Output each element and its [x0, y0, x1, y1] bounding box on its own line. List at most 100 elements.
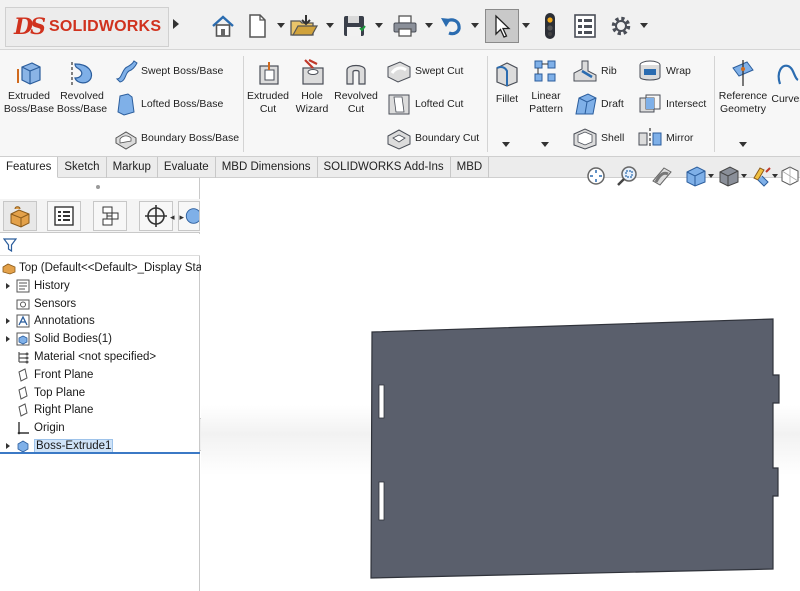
- wrap-button[interactable]: Wrap: [637, 59, 691, 83]
- part-model[interactable]: [201, 178, 800, 591]
- filter-icon[interactable]: [3, 238, 17, 252]
- swept-boss-button[interactable]: Swept Boss/Base: [114, 59, 223, 83]
- fillet-dropdown[interactable]: [502, 142, 510, 147]
- appearance-button[interactable]: [750, 163, 774, 189]
- intersect-button[interactable]: Intersect: [637, 92, 706, 116]
- home-button[interactable]: [208, 9, 238, 43]
- command-manager-ribbon: Extruded Boss/Base Revolved Boss/Base Sw…: [0, 50, 800, 157]
- zoom-to-area-button[interactable]: [616, 163, 640, 189]
- tree-root-part[interactable]: Top (Default<<Default>_Display Sta: [0, 259, 202, 276]
- curves-button[interactable]: Curves: [770, 58, 800, 106]
- swept-boss-icon: [115, 60, 138, 83]
- zoom-to-fit-button[interactable]: [584, 163, 608, 189]
- solidworks-logo[interactable]: DS SOLIDWORKS: [5, 7, 169, 47]
- tab-sketch[interactable]: Sketch: [58, 157, 107, 178]
- feature-manager-tab[interactable]: [3, 201, 37, 231]
- extruded-boss-button[interactable]: Extruded Boss/Base: [4, 58, 54, 116]
- tree-label: Sensors: [34, 297, 77, 310]
- print-dropdown[interactable]: [425, 23, 433, 28]
- material-icon: [18, 352, 29, 364]
- hole-wizard-button[interactable]: Hole Wizard: [292, 58, 332, 116]
- tab-features[interactable]: Features: [0, 157, 59, 178]
- tree-node-material[interactable]: Material <not specified>: [0, 348, 156, 366]
- property-manager-tab[interactable]: [47, 201, 81, 231]
- scroll-left-icon[interactable]: ◂: [170, 212, 175, 226]
- open-button[interactable]: [289, 9, 319, 43]
- tree-node-annotations[interactable]: Annotations: [0, 313, 156, 331]
- lofted-cut-button[interactable]: Lofted Cut: [386, 92, 463, 116]
- print-button[interactable]: [390, 9, 420, 43]
- scroll-right-icon[interactable]: ▸: [180, 212, 185, 226]
- view-orientation-dropdown[interactable]: [708, 174, 714, 178]
- undo-icon: [441, 18, 461, 36]
- tree-node-solid-bodies[interactable]: Solid Bodies(1): [0, 330, 156, 348]
- boundary-cut-icon: [387, 129, 411, 150]
- reference-geometry-button[interactable]: Reference Geometry: [718, 58, 768, 116]
- shell-label: Shell: [601, 132, 625, 144]
- plate-face[interactable]: [370, 318, 780, 579]
- expand-arrow-icon[interactable]: [6, 443, 10, 450]
- options-button[interactable]: [606, 9, 636, 43]
- open-dropdown[interactable]: [326, 23, 334, 28]
- shell-button[interactable]: Shell: [572, 126, 624, 150]
- rib-icon: [573, 60, 597, 82]
- tab-evaluate[interactable]: Evaluate: [158, 157, 216, 178]
- extruded-cut-button[interactable]: Extruded Cut: [246, 58, 290, 116]
- part-icon: [2, 263, 16, 274]
- revolved-cut-button[interactable]: Revolved Cut: [333, 58, 379, 116]
- lofted-boss-button[interactable]: Lofted Boss/Base: [114, 92, 223, 116]
- section-view-button[interactable]: [650, 163, 674, 189]
- display-style-dropdown[interactable]: [741, 174, 747, 178]
- swept-cut-button[interactable]: Swept Cut: [386, 59, 463, 83]
- sensors-icon: [16, 299, 30, 310]
- new-document-button[interactable]: [246, 9, 268, 43]
- linear-pattern-dropdown[interactable]: [541, 142, 549, 147]
- tree-node-sensors[interactable]: Sensors: [0, 295, 156, 313]
- tree-node-front-plane[interactable]: Front Plane: [0, 366, 156, 384]
- scenes-button[interactable]: [778, 163, 800, 189]
- select-button[interactable]: [485, 9, 519, 43]
- boundary-cut-button[interactable]: Boundary Cut: [386, 126, 479, 150]
- feature-tree: History Sensors Annotations Solid Bodies…: [0, 277, 156, 455]
- save-dropdown[interactable]: [375, 23, 383, 28]
- tree-node-right-plane[interactable]: Right Plane: [0, 402, 156, 420]
- rebuild-button[interactable]: [539, 9, 561, 43]
- undo-button[interactable]: [437, 9, 467, 43]
- view-orientation-button[interactable]: [684, 163, 708, 189]
- graphics-viewport[interactable]: [201, 178, 800, 591]
- file-properties-button[interactable]: [571, 9, 599, 43]
- shell-icon: [573, 128, 597, 150]
- panel-resize-handle[interactable]: [96, 185, 100, 189]
- expand-menu-arrow-icon[interactable]: [173, 19, 179, 29]
- reference-geometry-dropdown[interactable]: [739, 142, 747, 147]
- manager-tabs-scroll[interactable]: ◂ ▸: [170, 212, 200, 226]
- new-document-dropdown[interactable]: [277, 23, 285, 28]
- rib-button[interactable]: Rib: [572, 59, 617, 83]
- configuration-manager-tab[interactable]: [93, 201, 127, 231]
- filter-bar[interactable]: [0, 234, 200, 256]
- dimxpert-manager-tab[interactable]: [139, 201, 173, 231]
- expand-arrow-icon[interactable]: [6, 282, 10, 289]
- select-dropdown[interactable]: [522, 23, 530, 28]
- display-style-button[interactable]: [717, 163, 741, 189]
- draft-button[interactable]: Draft: [572, 92, 624, 116]
- tree-node-top-plane[interactable]: Top Plane: [0, 384, 156, 402]
- undo-dropdown[interactable]: [471, 23, 479, 28]
- mirror-button[interactable]: Mirror: [637, 126, 693, 150]
- save-button[interactable]: [339, 9, 369, 43]
- linear-pattern-button[interactable]: Linear Pattern: [526, 58, 566, 116]
- tab-mbd[interactable]: MBD: [451, 157, 490, 178]
- fillet-button[interactable]: Fillet: [491, 58, 523, 106]
- tab-solidworks-add-ins[interactable]: SOLIDWORKS Add-Ins: [318, 157, 451, 178]
- expand-arrow-icon[interactable]: [6, 336, 10, 343]
- options-dropdown[interactable]: [640, 23, 648, 28]
- revolved-boss-button[interactable]: Revolved Boss/Base: [56, 58, 108, 116]
- tab-mbd-dimensions[interactable]: MBD Dimensions: [216, 157, 318, 178]
- boundary-boss-button[interactable]: Boundary Boss/Base: [114, 126, 239, 150]
- origin-icon: [17, 422, 29, 435]
- tree-node-history[interactable]: History: [0, 277, 156, 295]
- tree-node-origin[interactable]: Origin: [0, 419, 156, 437]
- expand-arrow-icon[interactable]: [6, 318, 10, 325]
- tab-markup[interactable]: Markup: [107, 157, 158, 178]
- tree-label: Boss-Extrude1: [34, 439, 114, 454]
